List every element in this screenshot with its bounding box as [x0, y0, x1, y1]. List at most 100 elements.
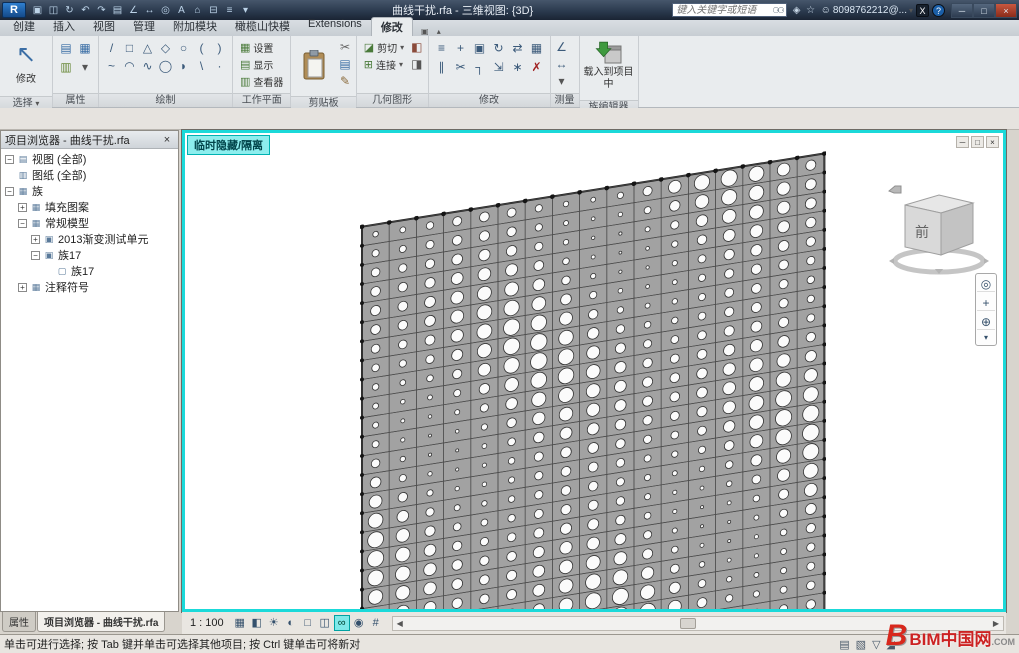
pick-lines-tool-icon[interactable]: \ — [193, 57, 210, 74]
partial-ellipse-tool-icon[interactable]: ◗ — [175, 57, 192, 74]
trim-icon[interactable]: ┐ — [471, 58, 489, 76]
rotate-icon[interactable]: ↻ — [490, 39, 508, 57]
ribbon-collapse-icon[interactable]: ▴ — [433, 27, 445, 36]
mirror-icon[interactable]: ⇄ — [509, 39, 527, 57]
shadows-icon[interactable]: ◐ — [283, 615, 299, 631]
ribbon-tab-管理[interactable]: 管理 — [124, 17, 164, 36]
print-icon[interactable]: ▤ — [110, 3, 125, 18]
point-tool-icon[interactable]: · — [211, 57, 228, 74]
ribbon-tab-视图[interactable]: 视图 — [84, 17, 124, 36]
offset-icon[interactable]: ∥ — [433, 58, 451, 76]
search-input[interactable] — [673, 4, 769, 16]
tree-expand-icon[interactable]: + — [31, 235, 40, 244]
tree-collapse-icon[interactable]: − — [5, 187, 14, 196]
navbar-options-icon[interactable]: ▾ — [977, 333, 995, 343]
sync-with-central-icon[interactable]: ↻ — [62, 3, 77, 18]
paint-icon[interactable]: ◧ — [410, 39, 423, 55]
family-category-icon[interactable]: ▦ — [76, 39, 94, 57]
project-browser-header[interactable]: 项目浏览器 - 曲线干扰.rfa × — [1, 131, 178, 149]
scale-icon[interactable]: ⇲ — [490, 58, 508, 76]
exchange-apps-icon[interactable]: X — [916, 4, 929, 17]
show-crop-region-icon[interactable]: ◫ — [317, 615, 333, 631]
sun-path-icon[interactable]: ☀ — [266, 615, 282, 631]
match-type-icon[interactable]: ✎ — [338, 73, 351, 89]
viewcube-west-tick[interactable] — [889, 258, 894, 264]
bottom-tab-project-browser[interactable]: 项目浏览器 - 曲线干扰.rfa — [37, 612, 165, 632]
show-workplane-button[interactable]: ▤显示 — [237, 56, 286, 72]
line-tool-icon[interactable]: / — [103, 39, 120, 56]
tree-item[interactable]: ▢族17 — [1, 263, 178, 279]
tag-icon[interactable]: ◎ — [158, 3, 173, 18]
scroll-left-icon[interactable]: ◀ — [393, 619, 407, 628]
close-button[interactable]: × — [995, 3, 1017, 18]
ribbon-tab-橄榄山快模[interactable]: 橄榄山快模 — [226, 17, 299, 36]
tree-item[interactable]: −▤视图 (全部) — [1, 151, 178, 167]
search-icon[interactable]: ⚆⚆ — [769, 6, 785, 15]
tree-expand-icon[interactable]: + — [18, 203, 27, 212]
thin-lines-icon[interactable]: ≡ — [222, 3, 237, 18]
reveal-constraints-icon[interactable]: # — [368, 615, 384, 631]
ribbon-tab-插入[interactable]: 插入 — [44, 17, 84, 36]
perforated-panel-model[interactable] — [360, 151, 826, 612]
view-minimize-icon[interactable]: ─ — [956, 136, 969, 148]
tree-item[interactable]: ▥图纸 (全部) — [1, 167, 178, 183]
tree-item[interactable]: +▦注释符号 — [1, 279, 178, 295]
sign-in-button[interactable]: ☺ 8098762212@... ▾ — [821, 5, 913, 16]
start-end-radius-arc-tool-icon[interactable]: ( — [193, 39, 210, 56]
qat-customize-icon[interactable]: ▾ — [238, 3, 253, 18]
fillet-arc-tool-icon[interactable]: ◠ — [121, 57, 138, 74]
aligned-dimension-icon[interactable]: ↔ — [142, 3, 157, 18]
ribbon-tab-附加模块[interactable]: 附加模块 — [164, 17, 226, 36]
view-close-icon[interactable]: × — [986, 136, 999, 148]
open-file-icon[interactable]: ▣ — [30, 3, 45, 18]
design-options-icon[interactable]: ▧ — [856, 638, 866, 651]
save-icon[interactable]: ◫ — [46, 3, 61, 18]
ribbon-tab-创建[interactable]: 创建 — [4, 17, 44, 36]
tree-item[interactable]: −▦族 — [1, 183, 178, 199]
viewcube-home-icon[interactable] — [889, 186, 901, 193]
crop-view-icon[interactable]: □ — [300, 615, 316, 631]
pin-icon[interactable]: ∗ — [509, 58, 527, 76]
worksharing-icon[interactable]: ▤ — [839, 638, 849, 651]
tree-item[interactable]: −▦常规模型 — [1, 215, 178, 231]
delete-icon[interactable]: ✗ — [528, 58, 546, 76]
paste-button[interactable] — [295, 39, 335, 93]
zoom-icon[interactable]: ⊕ — [977, 314, 995, 330]
tree-expand-icon[interactable]: + — [18, 283, 27, 292]
text-icon[interactable]: A — [174, 3, 189, 18]
undo-icon[interactable]: ↶ — [78, 3, 93, 18]
default-3d-view-icon[interactable]: ⌂ — [190, 3, 205, 18]
viewcube-east-tick[interactable] — [984, 258, 989, 264]
view-scale-button[interactable]: 1 : 100 — [184, 616, 230, 630]
properties-icon[interactable]: ▤ — [57, 39, 75, 57]
bottom-tab-properties[interactable]: 属性 — [2, 612, 36, 632]
dimension-tool-icon[interactable]: ↔ — [555, 56, 569, 72]
array-icon[interactable]: ▦ — [528, 39, 546, 57]
circle-tool-icon[interactable]: ○ — [175, 39, 192, 56]
reveal-hidden-elements-icon[interactable]: ◉ — [351, 615, 367, 631]
tree-item[interactable]: −▣族17 — [1, 247, 178, 263]
view-restore-icon[interactable]: □ — [971, 136, 984, 148]
steering-wheel-icon[interactable]: ◎ — [977, 276, 995, 292]
copy-icon[interactable]: ▤ — [338, 56, 351, 72]
circumscribed-polygon-tool-icon[interactable]: ◇ — [157, 39, 174, 56]
tree-collapse-icon[interactable]: − — [18, 219, 27, 228]
cut-icon[interactable]: ✂ — [338, 39, 351, 55]
copy-element-icon[interactable]: ▣ — [471, 39, 489, 57]
properties-more-icon[interactable]: ▾ — [76, 58, 94, 76]
scrollbar-thumb[interactable] — [680, 618, 696, 629]
visual-style-icon[interactable]: ◧ — [249, 615, 265, 631]
tree-collapse-icon[interactable]: − — [31, 251, 40, 260]
detail-level-icon[interactable]: ▦ — [232, 615, 248, 631]
workplane-viewer-button[interactable]: ▥查看器 — [237, 73, 286, 89]
tree-item[interactable]: +▦填充图案 — [1, 199, 178, 215]
ribbon-tab-修改[interactable]: 修改 — [371, 17, 413, 36]
align-icon[interactable]: ≡ — [433, 39, 451, 57]
help-icon[interactable]: ? — [932, 4, 945, 17]
join-geometry-button[interactable]: ⊞连接▾ — [361, 56, 407, 72]
inscribed-polygon-tool-icon[interactable]: △ — [139, 39, 156, 56]
spline-tool-icon[interactable]: ∿ — [139, 57, 156, 74]
filter-icon[interactable]: ▽ — [872, 638, 880, 651]
set-workplane-button[interactable]: ▦设置 — [237, 39, 286, 55]
application-menu-button[interactable]: R — [2, 2, 26, 18]
